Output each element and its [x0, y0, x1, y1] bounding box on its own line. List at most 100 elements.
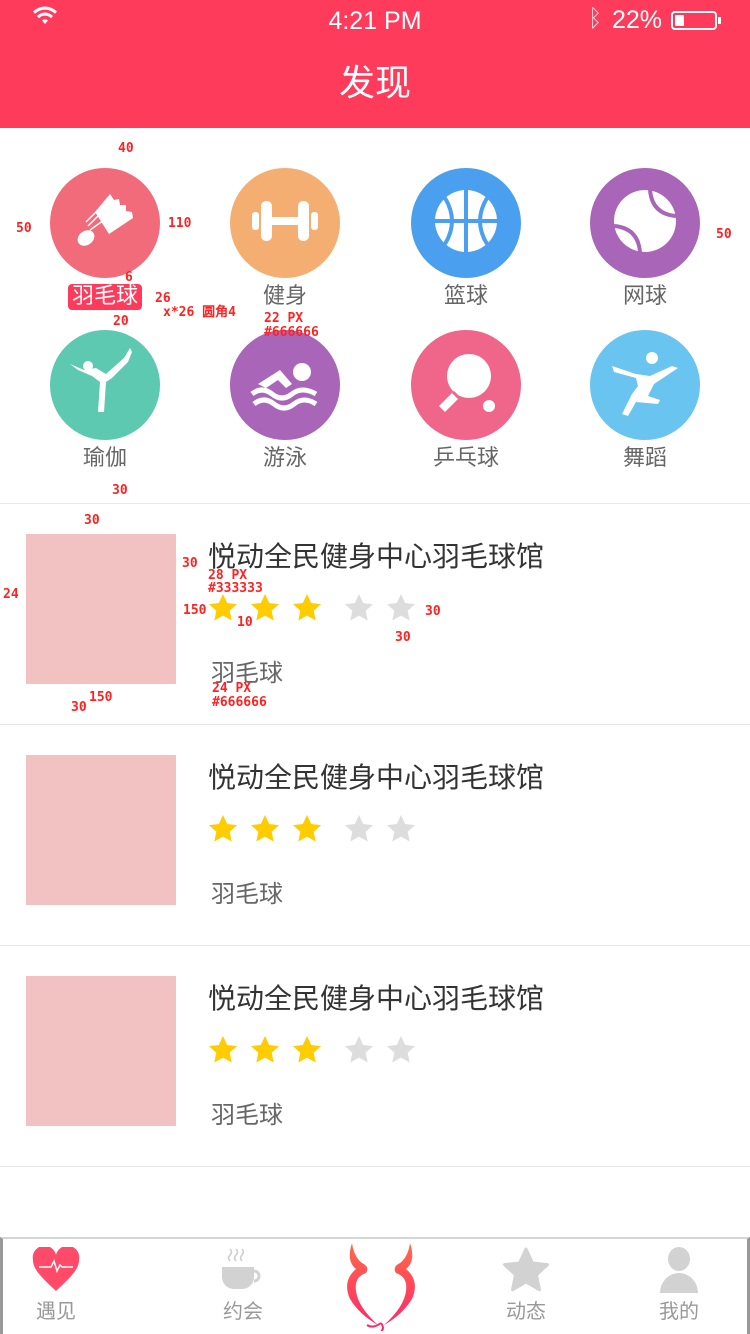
venue-title: 悦动全民健身中心羽毛球馆	[208, 761, 545, 794]
bluetooth-icon: ᛒ	[588, 4, 603, 32]
spec-annotation: 30	[395, 630, 411, 645]
category-yoga[interactable]: 瑜伽	[15, 330, 195, 472]
venue-tag: 羽毛球	[211, 880, 283, 908]
spec-annotation: 6	[125, 270, 133, 285]
category-badminton[interactable]: 羽毛球	[15, 168, 195, 310]
spec-annotation: 50	[16, 221, 32, 236]
coffee-cup-icon	[222, 1248, 261, 1289]
star-empty-icon	[386, 814, 416, 848]
star-filled-icon	[292, 593, 322, 627]
venue-row[interactable]: 悦动全民健身中心羽毛球馆羽毛球	[0, 945, 750, 1166]
category-dance[interactable]: 舞蹈	[555, 330, 735, 472]
spec-annotation: 26	[155, 291, 171, 306]
spec-annotation: #666666	[264, 325, 319, 340]
rating-stars	[208, 1035, 416, 1069]
tab-bar: 遇见 约会 动态 我的	[0, 1237, 750, 1334]
category-label: 乒乓球	[432, 446, 499, 471]
spec-annotation: 30	[182, 556, 198, 571]
star-icon	[503, 1247, 549, 1292]
spec-annotation: #333333	[208, 581, 263, 596]
tab-profile[interactable]: 我的	[629, 1239, 729, 1324]
spec-annotation: 50	[716, 227, 732, 242]
star-filled-icon	[208, 814, 238, 848]
star-empty-icon	[386, 593, 416, 627]
venue-row[interactable]: 悦动全民健身中心羽毛球馆 羽毛球	[0, 503, 750, 724]
spec-annotation: 40	[118, 141, 134, 156]
spec-annotation: 24 PX	[212, 681, 252, 696]
dance-icon	[610, 348, 680, 422]
battery-icon	[671, 11, 721, 30]
spec-annotation: 30	[425, 604, 441, 619]
star-filled-icon	[250, 814, 280, 848]
star-filled-icon	[292, 814, 322, 848]
tab-label: 动态	[506, 1299, 546, 1323]
category-basketball[interactable]: 篮球	[376, 168, 556, 310]
star-filled-icon	[292, 1035, 322, 1069]
category-circle	[590, 330, 700, 440]
yoga-icon	[70, 348, 140, 422]
spec-annotation: 150	[89, 690, 113, 705]
tab-moments[interactable]: 动态	[476, 1239, 576, 1324]
category-label: 篮球	[443, 284, 488, 309]
venue-title: 悦动全民健身中心羽毛球馆	[208, 982, 545, 1015]
status-bar: 4:21 PM ᛒ 22%	[0, 0, 750, 40]
spec-annotation: 110	[168, 216, 192, 231]
spec-annotation: 20	[113, 314, 129, 329]
venue-title: 悦动全民健身中心羽毛球馆	[208, 540, 545, 573]
star-filled-icon	[250, 593, 280, 627]
tab-label: 遇见	[36, 1299, 76, 1323]
tab-label: 约会	[223, 1299, 263, 1323]
category-circle	[230, 168, 340, 278]
category-circle	[50, 330, 160, 440]
star-empty-icon	[344, 814, 374, 848]
category-tennis[interactable]: 网球	[555, 168, 735, 310]
spec-annotation: 30	[84, 513, 100, 528]
category-label: 游泳	[262, 446, 307, 471]
star-empty-icon	[344, 593, 374, 627]
tab-dating[interactable]: 约会	[193, 1239, 293, 1324]
category-circle	[50, 168, 160, 278]
category-circle	[411, 330, 521, 440]
star-filled-icon	[208, 1035, 238, 1069]
category-circle	[590, 168, 700, 278]
basketball-icon	[431, 186, 501, 260]
venue-image	[26, 534, 176, 684]
heart-pulse-icon	[32, 1247, 80, 1291]
spec-annotation: 150	[183, 603, 207, 618]
category-pingpong[interactable]: 乒乓球	[376, 330, 556, 472]
pingpong-icon	[431, 348, 501, 422]
dumbbell-icon	[250, 186, 320, 260]
venue-row[interactable]: 悦动全民健身中心羽毛球馆羽毛球	[0, 724, 750, 945]
spec-annotation: 30	[71, 700, 87, 715]
category-label: 健身	[262, 284, 307, 309]
category-label: 舞蹈	[622, 446, 667, 471]
star-filled-icon	[250, 1035, 280, 1069]
tab-center[interactable]	[331, 1233, 431, 1331]
category-swimming[interactable]: 游泳	[195, 330, 375, 472]
tennis-icon	[610, 186, 680, 260]
spec-annotation: 24	[3, 587, 19, 602]
devil-heart-icon	[347, 1243, 415, 1331]
venue-tag: 羽毛球	[211, 1101, 283, 1129]
swimming-icon	[250, 348, 320, 422]
category-label: 瑜伽	[82, 446, 127, 471]
spec-annotation: 10	[237, 615, 253, 630]
venue-image	[26, 755, 176, 905]
user-icon	[660, 1247, 698, 1293]
category-circle	[230, 330, 340, 440]
category-label: 网球	[622, 284, 667, 309]
category-dumbbell[interactable]: 健身	[195, 168, 375, 310]
star-empty-icon	[386, 1035, 416, 1069]
tab-label: 我的	[659, 1299, 699, 1323]
spec-annotation: #666666	[212, 695, 267, 710]
star-filled-icon	[208, 593, 238, 627]
tab-meet[interactable]: 遇见	[6, 1239, 106, 1324]
divider	[0, 1166, 750, 1167]
page-title: 发现	[0, 40, 750, 128]
spec-annotation: x*26 圆角4	[163, 305, 236, 320]
category-circle	[411, 168, 521, 278]
rating-stars	[208, 814, 416, 848]
category-label: 羽毛球	[67, 284, 142, 310]
spec-annotation: 22 PX	[264, 311, 304, 326]
spec-annotation: 30	[112, 483, 128, 498]
